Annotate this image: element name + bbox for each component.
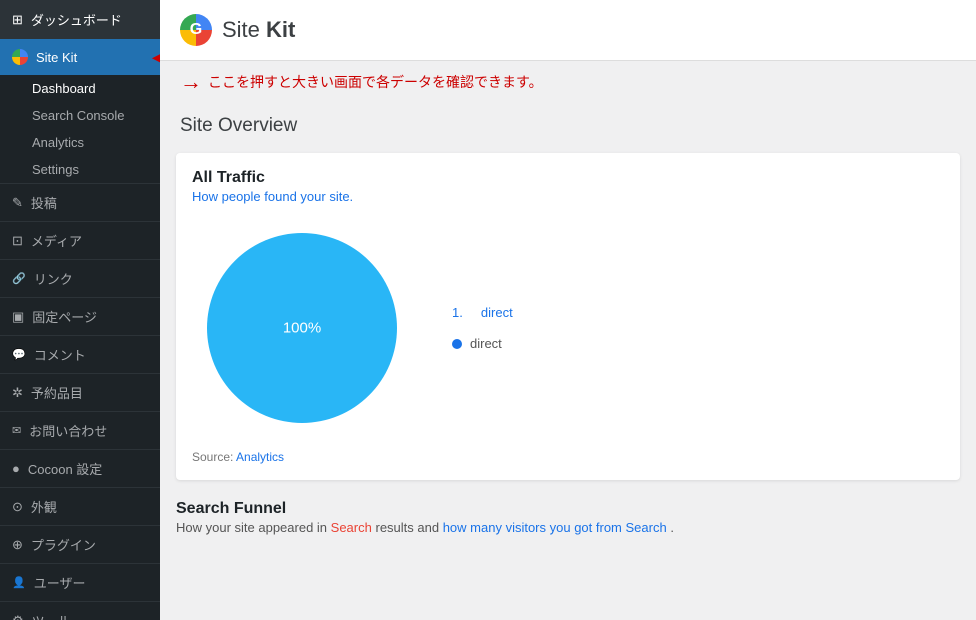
sidebar-item-users-label: ユーザー bbox=[34, 573, 86, 592]
sidebar-item-appearance-label: 外観 bbox=[31, 497, 57, 516]
subtitle-part1: How your site appeared in bbox=[176, 520, 327, 535]
legend-label-direct: direct bbox=[470, 336, 502, 351]
dashboard-sub-label: Dashboard bbox=[32, 81, 96, 96]
sidebar-item-users[interactable]: 👤 ユーザー bbox=[0, 563, 160, 601]
user-icon: 👤 bbox=[12, 576, 26, 589]
sidebar-item-tools[interactable]: ⚙ ツール bbox=[0, 601, 160, 620]
media-icon: ⊡ bbox=[12, 233, 23, 249]
sitekit-icon bbox=[12, 49, 28, 65]
sidebar-item-links[interactable]: 🔗 リンク bbox=[0, 259, 160, 297]
link-icon: 🔗 bbox=[12, 272, 26, 285]
source-line: Source: Analytics bbox=[192, 450, 944, 464]
sidebar-item-reservation-label: 予約品目 bbox=[31, 383, 83, 402]
comment-icon: 💬 bbox=[12, 348, 26, 361]
legend-number: 1. direct bbox=[452, 305, 944, 320]
page-title: Site Kit bbox=[222, 17, 295, 43]
analytics-label: Analytics bbox=[32, 135, 84, 150]
sidebar-item-tools-label: ツール bbox=[32, 611, 71, 620]
sidebar-item-dashboard-label: ダッシュボード bbox=[31, 10, 122, 29]
sitekit-submenu: Dashboard Search Console Analytics Setti… bbox=[0, 75, 160, 183]
subtitle-link2: how many visitors you got from Search bbox=[443, 520, 667, 535]
mail-icon: ✉ bbox=[12, 424, 21, 437]
legend-dot-direct bbox=[452, 339, 462, 349]
star-icon: ✲ bbox=[12, 385, 23, 401]
sidebar-item-cocoon[interactable]: ● Cocoon 設定 bbox=[0, 449, 160, 487]
sidebar-item-contact[interactable]: ✉ お問い合わせ bbox=[0, 411, 160, 449]
sidebar-sub-search-console[interactable]: Search Console bbox=[0, 102, 160, 129]
sidebar-item-plugins-label: プラグイン bbox=[31, 535, 96, 554]
hint-bar: → ここを押すと大きい画面で各データを確認できます。 bbox=[160, 61, 976, 103]
subtitle-part2: results and bbox=[375, 520, 439, 535]
search-funnel-title: Search Funnel bbox=[176, 500, 960, 518]
sidebar-item-media-label: メディア bbox=[31, 231, 82, 250]
site-word: Site bbox=[222, 17, 260, 42]
main-content: G Site Kit → ここを押すと大きい画面で各データを確認できます。 Si… bbox=[160, 0, 976, 620]
plugin-icon: ⊕ bbox=[12, 537, 23, 553]
all-traffic-subtitle: How people found your site. bbox=[192, 189, 944, 204]
arrow-indicator: ◀ bbox=[153, 45, 160, 70]
kit-word: Kit bbox=[266, 17, 295, 42]
hint-text: ここを押すと大きい画面で各データを確認できます。 bbox=[208, 72, 543, 92]
grid-icon: ⊞ bbox=[12, 12, 23, 28]
page-header: G Site Kit bbox=[160, 0, 976, 61]
sidebar-item-appearance[interactable]: ⊙ 外観 bbox=[0, 487, 160, 525]
right-arrow-icon: → bbox=[180, 69, 202, 95]
sidebar-item-cocoon-label: Cocoon 設定 bbox=[28, 459, 102, 478]
settings-label: Settings bbox=[32, 162, 79, 177]
search-funnel-subtitle: How your site appeared in Search results… bbox=[176, 520, 960, 535]
legend-area: 1. direct direct bbox=[452, 305, 944, 351]
all-traffic-title: All Traffic bbox=[192, 169, 944, 187]
sidebar-item-dashboard[interactable]: ⊞ ダッシュボード bbox=[0, 0, 160, 39]
subtitle-link1: Search bbox=[331, 520, 372, 535]
sidebar-item-plugins[interactable]: ⊕ プラグイン bbox=[0, 525, 160, 563]
pie-percentage-label: 100% bbox=[283, 320, 321, 337]
sidebar-item-posts-label: 投稿 bbox=[31, 193, 57, 212]
subtitle-end: . bbox=[670, 520, 674, 535]
page-icon: ▣ bbox=[12, 309, 24, 325]
sidebar-item-sitekit-label: Site Kit bbox=[36, 50, 77, 65]
google-logo-icon: G bbox=[180, 14, 212, 46]
all-traffic-card: All Traffic How people found your site. … bbox=[176, 153, 960, 480]
pie-chart-container: 100% bbox=[192, 218, 412, 438]
legend-item-direct: direct bbox=[452, 336, 944, 351]
search-funnel-section: Search Funnel How your site appeared in … bbox=[160, 490, 976, 551]
sidebar: ⊞ ダッシュボード Site Kit ◀ Dashboard Search Co… bbox=[0, 0, 160, 620]
edit-icon: ✎ bbox=[12, 195, 23, 211]
sidebar-item-media[interactable]: ⊡ メディア bbox=[0, 221, 160, 259]
search-console-label: Search Console bbox=[32, 108, 125, 123]
source-analytics-link[interactable]: Analytics bbox=[236, 450, 284, 464]
sidebar-item-pages-label: 固定ページ bbox=[32, 307, 97, 326]
paint-icon: ⊙ bbox=[12, 499, 23, 515]
sidebar-item-comments-label: コメント bbox=[34, 345, 86, 364]
sidebar-item-contact-label: お問い合わせ bbox=[29, 421, 107, 440]
sidebar-item-links-label: リンク bbox=[34, 269, 73, 288]
tool-icon: ⚙ bbox=[12, 613, 24, 620]
source-prefix: Source: bbox=[192, 450, 236, 464]
traffic-content: 100% 1. direct direct bbox=[192, 218, 944, 438]
sidebar-item-comments[interactable]: 💬 コメント bbox=[0, 335, 160, 373]
legend-number-item: direct bbox=[481, 305, 513, 320]
cocoon-icon: ● bbox=[12, 461, 20, 476]
sidebar-sub-settings[interactable]: Settings bbox=[0, 156, 160, 183]
sidebar-sub-dashboard[interactable]: Dashboard bbox=[0, 75, 160, 102]
sidebar-item-sitekit[interactable]: Site Kit ◀ bbox=[0, 39, 160, 75]
sidebar-item-pages[interactable]: ▣ 固定ページ bbox=[0, 297, 160, 335]
site-overview-title: Site Overview bbox=[160, 103, 976, 143]
sidebar-item-posts[interactable]: ✎ 投稿 bbox=[0, 183, 160, 221]
sidebar-sub-analytics[interactable]: Analytics bbox=[0, 129, 160, 156]
sidebar-item-reservation[interactable]: ✲ 予約品目 bbox=[0, 373, 160, 411]
